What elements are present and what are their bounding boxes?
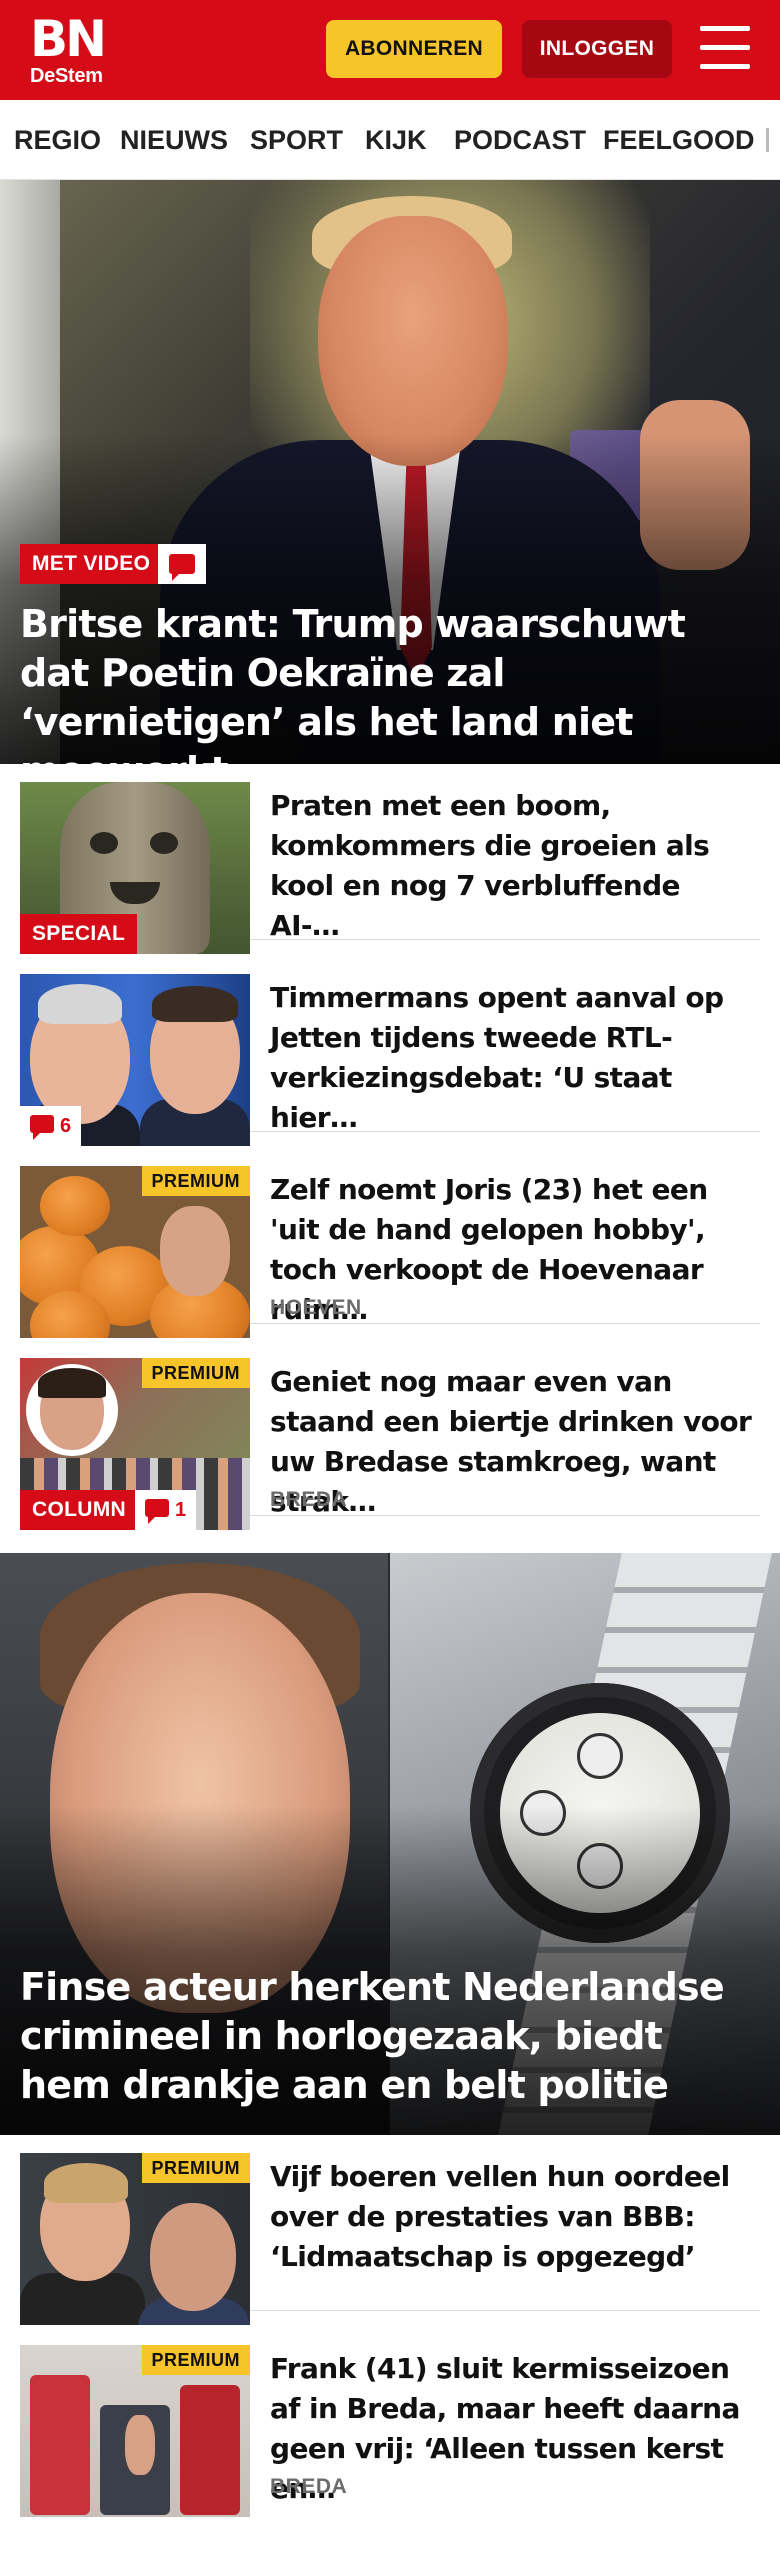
comment-badge — [158, 544, 206, 584]
list-item[interactable]: 6 Timmermans opent aanval op Jetten tijd… — [20, 956, 760, 1146]
nav-item-sport[interactable]: SPORT — [250, 100, 343, 179]
hero-title[interactable]: Britse krant: Trump waarschuwt dat Poeti… — [20, 600, 750, 764]
site-header: BN DeStem ABONNEREN INLOGGEN — [0, 0, 780, 100]
article-title[interactable]: Timmermans opent aanval op Jetten tijden… — [270, 978, 755, 1138]
article-title[interactable]: Vijf boeren vellen hun oordeel over de p… — [270, 2157, 755, 2277]
section-nav: REGIO NIEUWS SPORT KIJK PODCAST FEELGOOD — [0, 100, 780, 180]
hero-article-trump[interactable]: MET VIDEO Britse krant: Trump waarschuwt… — [0, 180, 780, 764]
site-logo[interactable]: BN DeStem — [30, 10, 107, 87]
premium-badge: PREMIUM — [141, 2345, 250, 2375]
video-label: MET VIDEO — [20, 544, 163, 584]
nav-item-regio[interactable]: REGIO — [14, 100, 101, 179]
article-location[interactable]: HOEVEN — [270, 1296, 362, 1320]
premium-badge: PREMIUM — [141, 2153, 250, 2183]
nav-item-nieuws[interactable]: NIEUWS — [120, 100, 228, 179]
login-button[interactable]: INLOGGEN — [522, 20, 672, 78]
article-thumbnail[interactable]: PREMIUM — [20, 2153, 250, 2325]
article-thumbnail[interactable]: PREMIUM COLUMN 1 — [20, 1358, 250, 1530]
comment-icon — [30, 1115, 54, 1140]
premium-badge: PREMIUM — [141, 1166, 250, 1196]
hamburger-menu-icon[interactable] — [700, 26, 750, 70]
special-label: SPECIAL — [20, 914, 138, 954]
article-thumbnail[interactable]: PREMIUM — [20, 1166, 250, 1338]
comment-count-value: 1 — [175, 1499, 187, 1521]
logo-sub-text: DeStem — [30, 65, 103, 87]
list-item[interactable]: SPECIAL Praten met een boom, komkommers … — [20, 764, 760, 954]
nav-overflow-indicator — [766, 128, 769, 152]
article-thumbnail[interactable]: SPECIAL — [20, 782, 250, 954]
nav-item-podcast[interactable]: PODCAST — [454, 100, 586, 179]
comment-icon — [145, 1499, 169, 1524]
article-location[interactable]: BREDA — [270, 1488, 347, 1512]
nav-item-feelgood[interactable]: FEELGOOD — [603, 100, 755, 179]
article-title[interactable]: Praten met een boom, komkommers die groe… — [270, 786, 755, 946]
list-item[interactable]: PREMIUM COLUMN 1 Geniet nog maar even va… — [20, 1340, 760, 1530]
article-thumbnail[interactable]: PREMIUM — [20, 2345, 250, 2517]
article-location[interactable]: BREDA — [270, 2475, 347, 2499]
hero-title[interactable]: Finse acteur herkent Nederlandse crimine… — [20, 1963, 750, 2110]
comment-count[interactable]: 1 — [135, 1490, 197, 1530]
hero-article-watch[interactable]: Finse acteur herkent Nederlandse crimine… — [0, 1553, 780, 2135]
comment-icon — [169, 554, 195, 581]
premium-badge: PREMIUM — [141, 1358, 250, 1388]
list-item[interactable]: PREMIUM Vijf boeren vellen hun oordeel o… — [20, 2135, 760, 2325]
comment-count[interactable]: 6 — [20, 1106, 82, 1146]
nav-item-kijk[interactable]: KIJK — [365, 100, 427, 179]
subscribe-button[interactable]: ABONNEREN — [326, 20, 502, 78]
column-label: COLUMN — [20, 1490, 138, 1530]
list-item[interactable]: PREMIUM Frank (41) sluit kermisseizoen a… — [20, 2327, 760, 2560]
article-thumbnail[interactable]: 6 — [20, 974, 250, 1146]
logo-main-text: BN — [30, 10, 107, 68]
list-item[interactable]: PREMIUM Zelf noemt Joris (23) het een 'u… — [20, 1148, 760, 1338]
comment-count-value: 6 — [60, 1115, 72, 1137]
